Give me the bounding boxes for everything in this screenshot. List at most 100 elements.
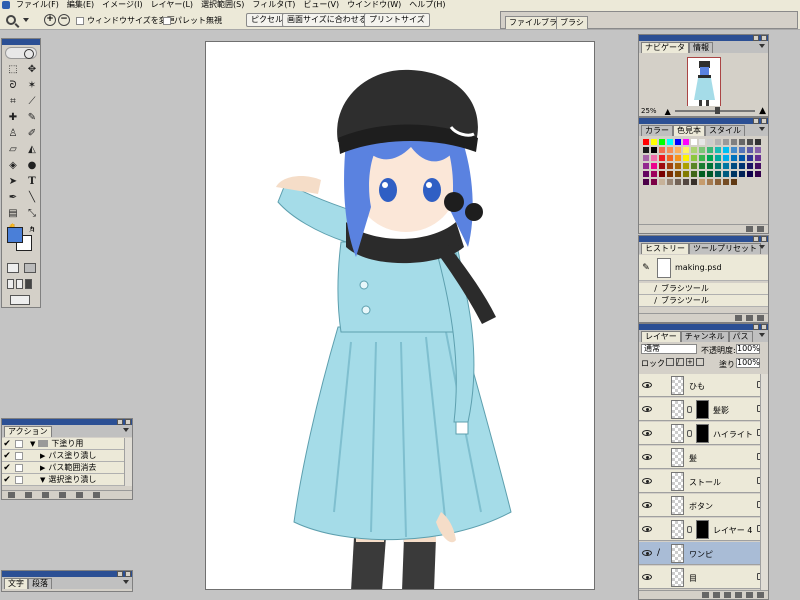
- print-size-button[interactable]: プリントサイズ: [364, 13, 430, 27]
- palette-menu-icon[interactable]: [759, 333, 765, 337]
- color-swatch[interactable]: [650, 162, 658, 170]
- expand-triangle-icon[interactable]: ▼: [30, 440, 35, 448]
- lock-transparency-icon[interactable]: [666, 358, 674, 366]
- layer-row[interactable]: 髪: [639, 446, 768, 469]
- jump-to-imageready-icon[interactable]: [10, 295, 30, 305]
- color-swatch[interactable]: [754, 146, 762, 154]
- color-swatch[interactable]: [682, 178, 690, 186]
- color-swatch[interactable]: [698, 146, 706, 154]
- color-swatch[interactable]: [738, 138, 746, 146]
- color-swatch[interactable]: [746, 154, 754, 162]
- color-swatch[interactable]: [658, 146, 666, 154]
- action-row[interactable]: ✔ ▶ パス塗り潰し: [2, 450, 126, 462]
- notes-tool-icon[interactable]: ▤: [5, 207, 21, 221]
- color-swatch[interactable]: [674, 178, 682, 186]
- color-swatch[interactable]: [698, 162, 706, 170]
- color-swatch[interactable]: [642, 146, 650, 154]
- visibility-eye-icon[interactable]: [642, 526, 652, 532]
- color-swatch[interactable]: [674, 138, 682, 146]
- new-set-icon[interactable]: [724, 592, 731, 598]
- action-row[interactable]: ✔ ▼ 選択塗り潰し: [2, 474, 126, 486]
- lock-all-icon[interactable]: [696, 358, 704, 366]
- color-swatch[interactable]: [738, 146, 746, 154]
- tab-paths[interactable]: パス: [728, 331, 753, 342]
- color-swatch[interactable]: [730, 146, 738, 154]
- delete-icon[interactable]: [757, 226, 764, 232]
- color-swatch[interactable]: [714, 154, 722, 162]
- visibility-eye-icon[interactable]: [642, 502, 652, 508]
- dialog-toggle-box[interactable]: [15, 439, 23, 448]
- tool-preset-picker[interactable]: [6, 12, 36, 28]
- zoom-out-small-icon[interactable]: ▲: [665, 107, 671, 116]
- zoom-in-large-icon[interactable]: ▲: [759, 106, 766, 116]
- menu-edit[interactable]: 編集(E): [63, 0, 98, 10]
- color-swatch[interactable]: [674, 146, 682, 154]
- opacity-input[interactable]: 100%: [736, 344, 760, 354]
- dodge-tool-icon[interactable]: ●: [24, 159, 40, 173]
- type-tool-icon[interactable]: T: [24, 175, 40, 189]
- color-swatch[interactable]: [722, 170, 730, 178]
- tab-paragraph[interactable]: 段落: [28, 578, 52, 589]
- clone-stamp-tool-icon[interactable]: ♙: [5, 127, 21, 141]
- menu-select[interactable]: 選択範囲(S): [197, 0, 248, 10]
- layer-row-selected[interactable]: ∕ ワンピ: [639, 542, 768, 565]
- play-icon[interactable]: [42, 492, 49, 498]
- color-swatch[interactable]: [722, 138, 730, 146]
- color-swatch[interactable]: [666, 154, 674, 162]
- history-brush-source-icon[interactable]: ✎: [639, 263, 653, 273]
- eyedropper-tool-icon[interactable]: ⤡: [24, 207, 40, 221]
- zoom-out-icon[interactable]: −: [58, 14, 70, 26]
- color-swatch[interactable]: [722, 162, 730, 170]
- tab-color[interactable]: カラー: [641, 125, 673, 136]
- color-swatch[interactable]: [746, 170, 754, 178]
- color-swatch[interactable]: [730, 162, 738, 170]
- color-swatch[interactable]: [658, 178, 666, 186]
- blur-tool-icon[interactable]: ◈: [5, 159, 21, 173]
- color-swatch[interactable]: [730, 170, 738, 178]
- color-swatch[interactable]: [690, 178, 698, 186]
- slice-tool-icon[interactable]: ⟋: [24, 95, 40, 109]
- layer-mask-thumbnail[interactable]: [696, 520, 709, 539]
- document-canvas[interactable]: [205, 41, 595, 590]
- new-action-icon[interactable]: [76, 492, 83, 498]
- color-swatch[interactable]: [714, 178, 722, 186]
- blend-mode-select[interactable]: 通常: [641, 344, 697, 354]
- lock-image-icon[interactable]: ∕: [676, 358, 684, 366]
- color-swatch[interactable]: [666, 178, 674, 186]
- marquee-tool-icon[interactable]: ⬚: [5, 63, 21, 77]
- menu-file[interactable]: ファイル(F): [12, 0, 63, 10]
- layer-row[interactable]: ストール: [639, 470, 768, 493]
- color-swatch[interactable]: [706, 138, 714, 146]
- collapse-triangle-icon[interactable]: ▶: [40, 464, 45, 472]
- screen-mode-full-menu-icon[interactable]: [16, 279, 23, 289]
- screen-mode-full-icon[interactable]: [25, 279, 32, 289]
- move-tool-icon[interactable]: ✥: [24, 63, 40, 77]
- color-swatch[interactable]: [642, 162, 650, 170]
- menu-layer[interactable]: レイヤー(L): [147, 0, 197, 10]
- color-swatch[interactable]: [682, 138, 690, 146]
- ignore-palettes-checkbox[interactable]: パレット無視: [163, 15, 222, 26]
- tab-navigator[interactable]: ナビゲータ: [641, 42, 689, 53]
- color-swatch[interactable]: [698, 178, 706, 186]
- color-swatch[interactable]: [730, 154, 738, 162]
- color-swatch[interactable]: [698, 170, 706, 178]
- foreground-color-swatch[interactable]: [7, 227, 23, 243]
- color-swatch[interactable]: [642, 154, 650, 162]
- palette-menu-icon[interactable]: [759, 44, 765, 48]
- visibility-eye-icon[interactable]: [642, 550, 652, 556]
- visibility-eye-icon[interactable]: [642, 454, 652, 460]
- brush-tool-icon[interactable]: ✎: [24, 111, 40, 125]
- color-swatch[interactable]: [706, 146, 714, 154]
- navigator-thumbnail[interactable]: [687, 57, 721, 109]
- mask-link-icon[interactable]: [687, 430, 692, 437]
- swap-colors-icon[interactable]: ↰: [29, 225, 36, 234]
- zoom-slider[interactable]: [674, 107, 756, 114]
- line-tool-icon[interactable]: ╲: [24, 191, 40, 205]
- visibility-eye-icon[interactable]: [642, 382, 652, 388]
- zoom-in-icon[interactable]: +: [44, 14, 56, 26]
- layer-row[interactable]: ボタン: [639, 494, 768, 517]
- color-swatch[interactable]: [754, 170, 762, 178]
- tab-info[interactable]: 情報: [689, 42, 713, 53]
- layers-scrollbar[interactable]: [760, 374, 768, 590]
- delete-icon[interactable]: [757, 592, 764, 598]
